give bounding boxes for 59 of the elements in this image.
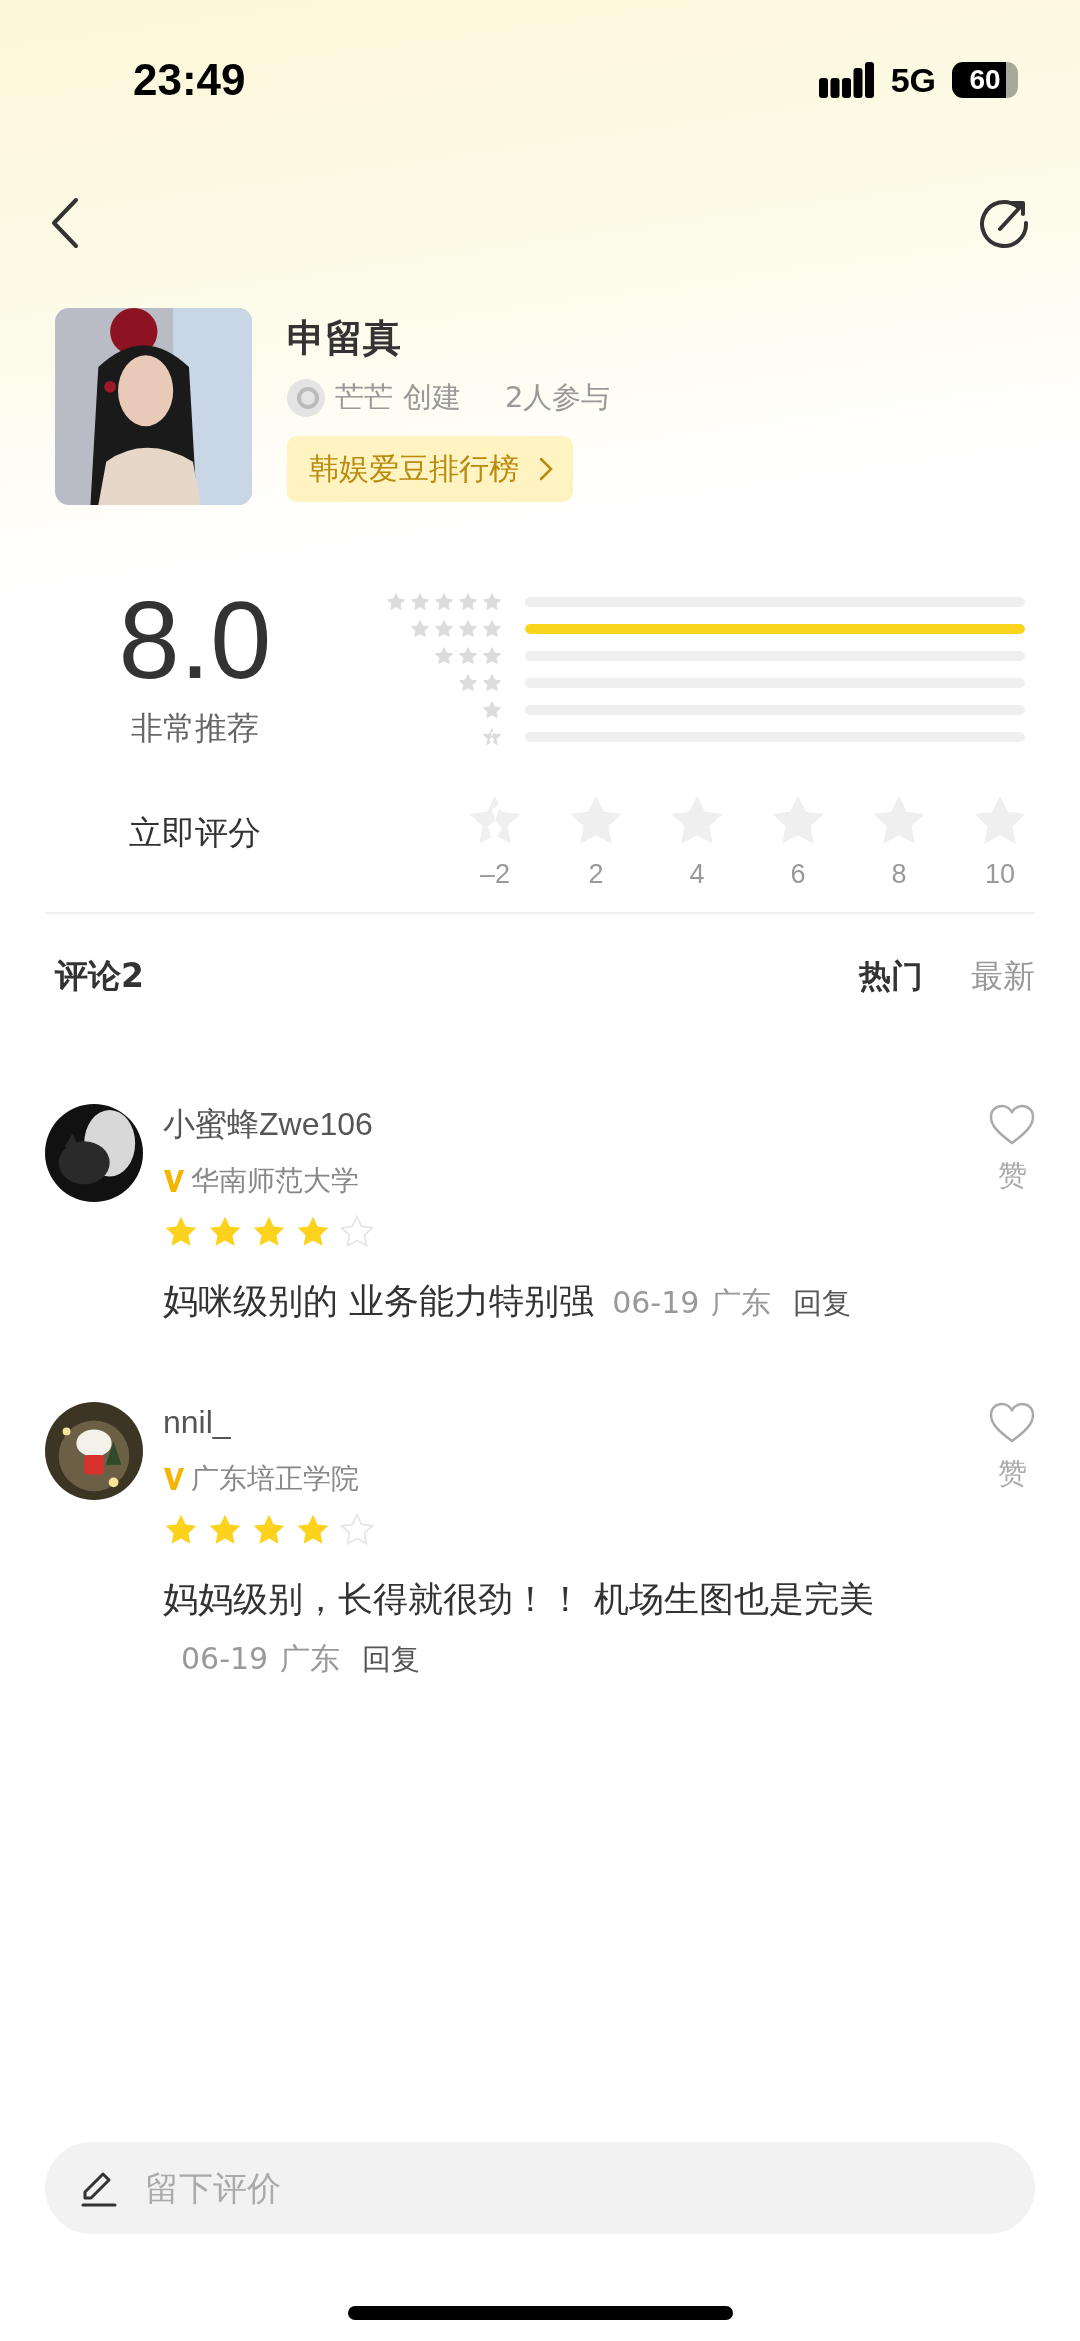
rating-option[interactable]: 6 <box>758 791 838 890</box>
list-title: 申留真 <box>287 315 402 362</box>
average-score: 8.0 <box>118 585 272 695</box>
comment-text: 妈咪级别的 业务能力特别强 <box>163 1281 595 1321</box>
star-icon <box>481 645 503 667</box>
rating-option[interactable]: 10 <box>960 791 1040 890</box>
star-icon <box>481 672 503 694</box>
star-icon <box>433 591 455 613</box>
star-icon <box>339 1214 375 1250</box>
comment-text: 妈妈级别，长得就很劲！！ 机场生图也是完美 <box>163 1579 875 1619</box>
score-verdict: 非常推荐 <box>131 708 259 749</box>
review-input[interactable]: 留下评价 <box>45 2142 1035 2234</box>
like-button[interactable]: 赞 <box>989 1104 1035 1196</box>
reply-link[interactable]: 回复 <box>793 1286 852 1320</box>
creator-avatar-icon <box>287 379 325 417</box>
star-icon <box>481 699 503 721</box>
comment-location: 广东 <box>711 1285 772 1320</box>
star-icon <box>457 591 479 613</box>
comments-title: 评论2 <box>55 955 145 997</box>
sort-tab[interactable]: 最新 <box>971 954 1035 999</box>
comment-date: 06-19 <box>181 1641 269 1676</box>
star-icon <box>433 645 455 667</box>
status-time: 23:49 <box>133 55 246 105</box>
battery-level: 60 <box>952 62 1018 98</box>
star-icon <box>457 645 479 667</box>
star-icon <box>481 618 503 640</box>
broken-star-icon <box>481 726 503 748</box>
rate-now-label: 立即评分 <box>128 812 262 854</box>
star-icon <box>339 1512 375 1548</box>
chevron-icon <box>539 457 553 481</box>
star-icon <box>457 672 479 694</box>
created-label: 创建 <box>403 379 461 416</box>
user-name[interactable]: 小蜜蜂Zwe106 <box>163 1104 989 1144</box>
star-icon <box>433 618 455 640</box>
creator-name: 芒芒 <box>335 379 393 416</box>
ranking-tag[interactable]: 韩娱爱豆排行榜 <box>287 436 573 502</box>
star-icon <box>481 591 503 613</box>
rating-option[interactable]: 2 <box>556 791 636 890</box>
star-icon <box>385 591 407 613</box>
star-icon <box>409 618 431 640</box>
network-label: 5G <box>890 60 936 100</box>
rating-option[interactable]: 4 <box>657 791 737 890</box>
comment-location: 广东 <box>280 1641 341 1676</box>
rating-option[interactable]: 8 <box>859 791 939 890</box>
verified-icon <box>163 1466 185 1492</box>
sort-tab[interactable]: 热门 <box>859 954 923 999</box>
star-icon <box>409 591 431 613</box>
signal-icon <box>818 62 875 98</box>
verified-icon <box>163 1168 185 1194</box>
star-icon <box>457 618 479 640</box>
user-name[interactable]: nnil_ <box>163 1402 989 1442</box>
school-label: 广东培正学院 <box>191 1461 359 1497</box>
like-button[interactable]: 赞 <box>989 1402 1035 1494</box>
school-label: 华南师范大学 <box>191 1163 359 1199</box>
participant-count: 2人参与 <box>505 379 611 416</box>
comment-date: 06-19 <box>612 1285 700 1320</box>
rating-option[interactable]: –2 <box>455 791 535 890</box>
reply-link[interactable]: 回复 <box>362 1642 421 1676</box>
back-button[interactable] <box>50 196 80 249</box>
